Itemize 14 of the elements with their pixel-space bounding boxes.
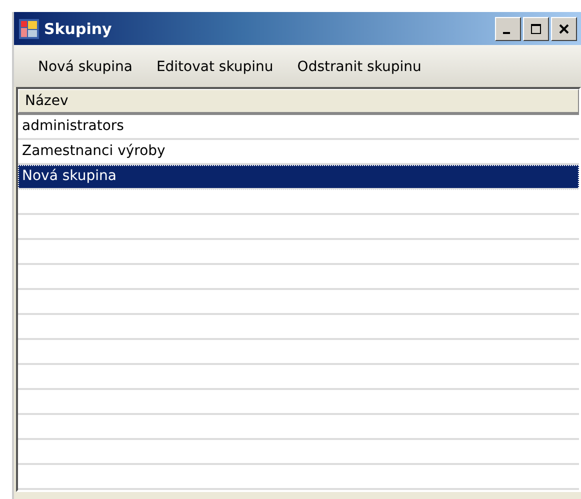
minimize-icon <box>503 32 510 34</box>
list-row[interactable]: administrators <box>18 115 579 140</box>
app-icon <box>18 18 40 40</box>
toolbar-button[interactable]: Odstranit skupinu <box>287 57 432 77</box>
close-icon <box>558 22 570 34</box>
toolbar-button[interactable]: Editovat skupinu <box>146 57 284 77</box>
close-button[interactable] <box>551 16 577 40</box>
list-row[interactable]: Nová skupina <box>18 165 579 190</box>
minimize-button[interactable] <box>495 16 521 40</box>
toolbar-button[interactable]: Nová skupina <box>28 57 142 77</box>
maximize-icon <box>530 22 542 34</box>
column-header[interactable]: Název <box>18 89 579 113</box>
window-title: Skupiny <box>44 20 113 38</box>
maximize-button[interactable] <box>523 16 549 40</box>
